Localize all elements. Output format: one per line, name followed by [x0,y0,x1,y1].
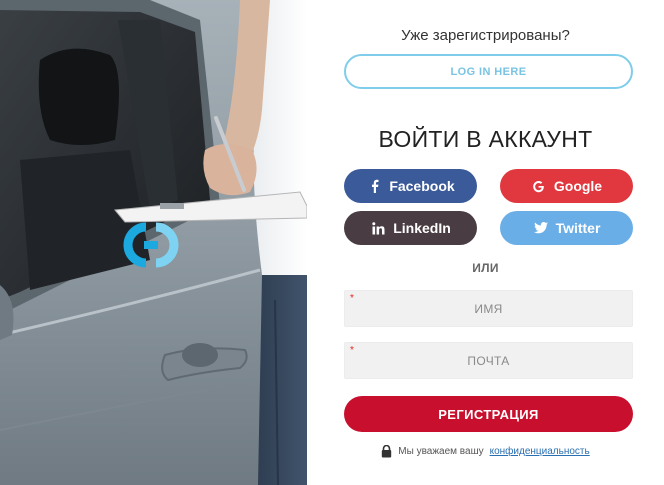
facebook-label: Facebook [389,178,455,194]
privacy-link[interactable]: конфиденциальность [490,446,590,457]
login-button[interactable]: LOG IN HERE [344,54,633,89]
twitter-label: Twitter [555,220,601,236]
hero-photo [0,0,307,485]
required-mark: * [350,293,354,304]
linkedin-button[interactable]: LinkedIn [344,211,477,245]
register-button[interactable]: РЕГИСТРАЦИЯ [344,396,633,432]
required-mark: * [350,345,354,356]
or-divider: ИЛИ [472,261,499,275]
logo-icon [123,222,179,268]
email-field-wrapper: * [344,342,633,379]
google-button[interactable]: Google [500,169,633,203]
lock-icon [381,445,392,458]
google-icon [531,178,547,194]
email-input[interactable] [345,343,632,378]
privacy-text: Мы уважаем вашу [398,446,484,457]
linkedin-label: LinkedIn [393,220,451,236]
facebook-button[interactable]: Facebook [344,169,477,203]
twitter-icon [533,220,549,236]
registration-panel: Уже зарегистрированы? LOG IN HERE ВОЙТИ … [307,0,664,485]
already-registered-text: Уже зарегистрированы? [401,27,570,44]
linkedin-icon [370,220,386,236]
google-label: Google [553,178,603,194]
name-input[interactable] [345,291,632,326]
twitter-button[interactable]: Twitter [500,211,633,245]
facebook-icon [366,178,382,194]
name-field-wrapper: * [344,290,633,327]
page-title: ВОЙТИ В АККАУНТ [378,126,593,152]
privacy-note: Мы уважаем вашу конфиденциальность [307,445,664,458]
